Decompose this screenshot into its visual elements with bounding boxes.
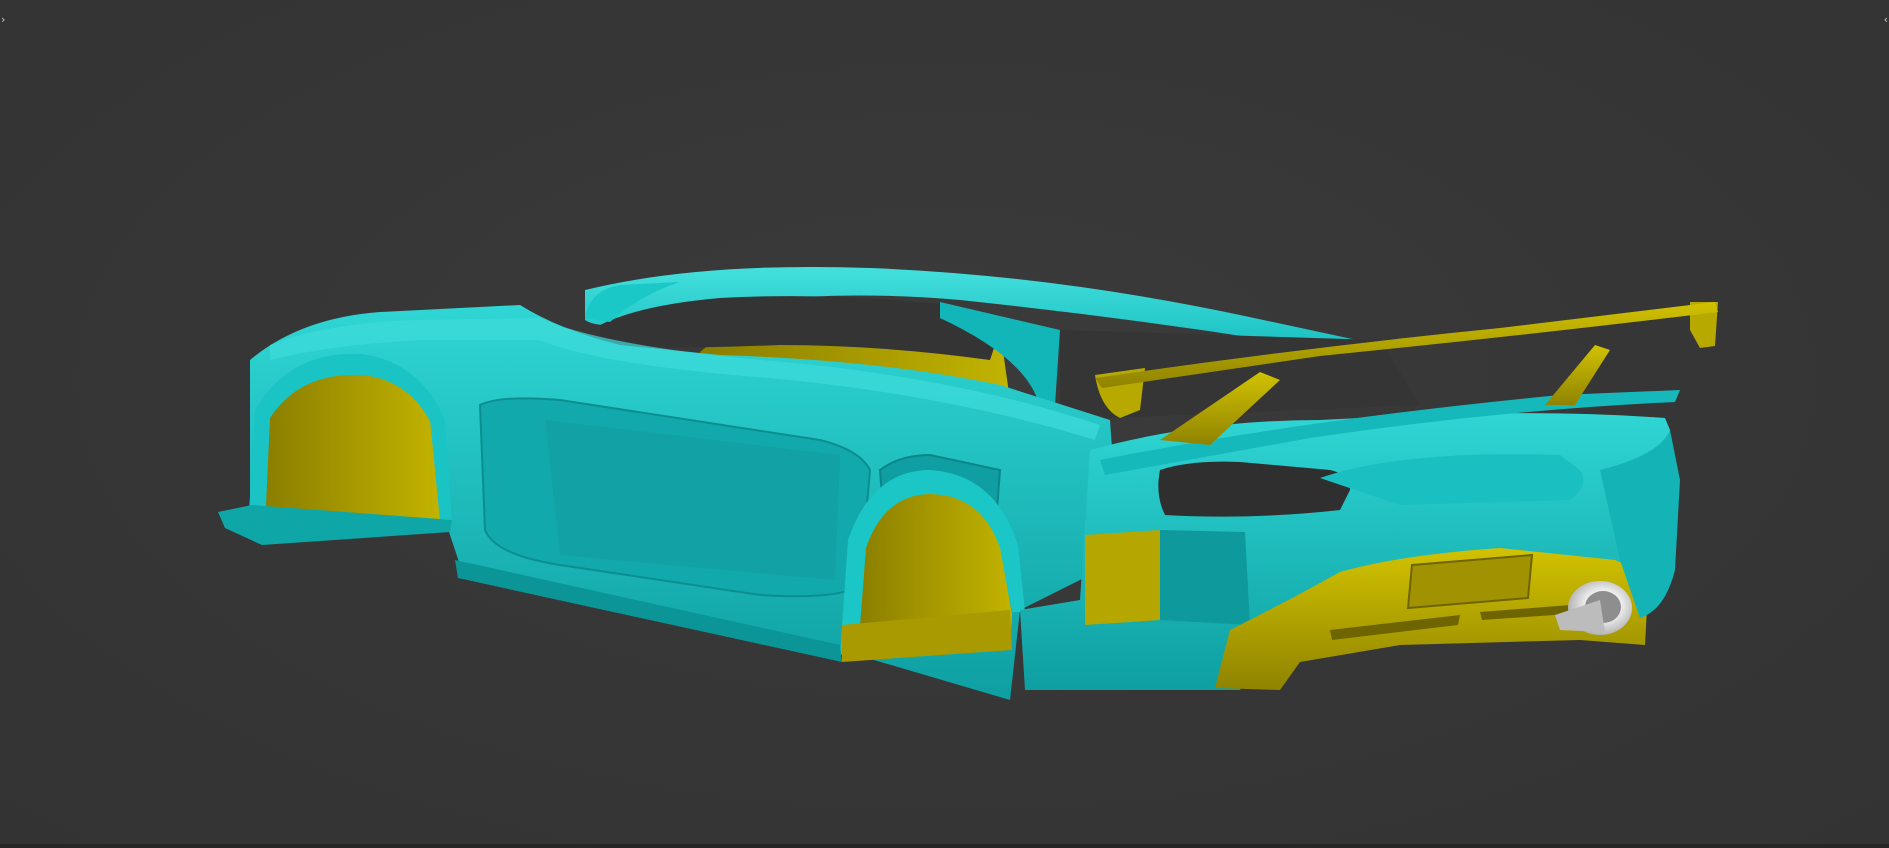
3d-viewport[interactable]: › ‹ [0,0,1889,848]
rear-side-vent [1085,530,1160,625]
viewport-bottom-edge [0,844,1889,848]
license-plate-recess [1406,553,1534,610]
rear-side-vent-inner [1160,530,1250,625]
car-body-3d-model-icon[interactable] [0,0,1889,848]
taillight-recess [1158,461,1350,517]
